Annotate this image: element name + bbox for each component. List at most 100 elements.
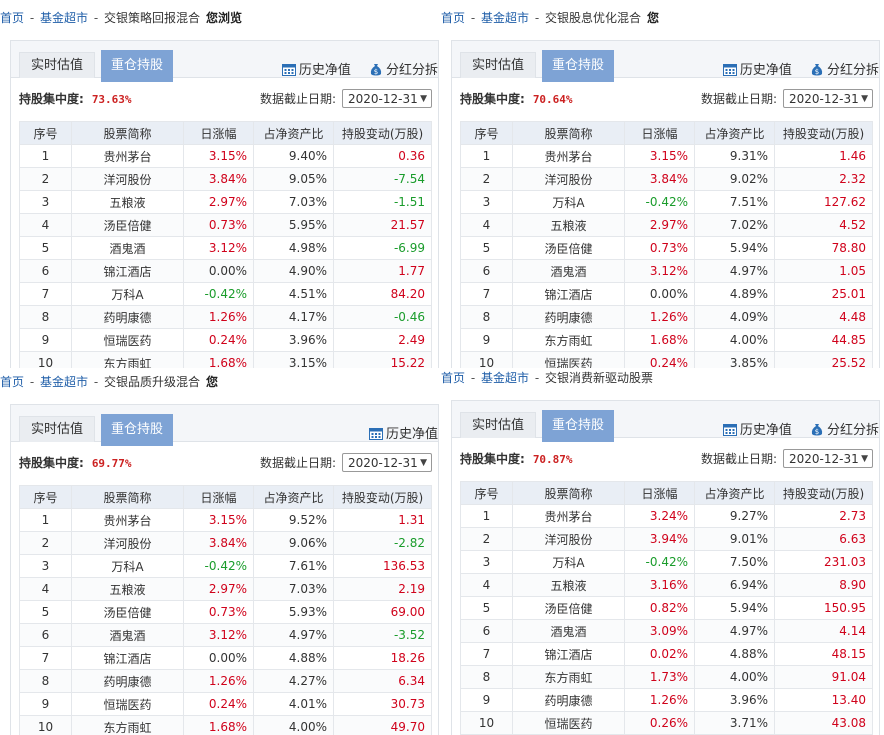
date-select[interactable]: 2020-12-31 ▼: [342, 89, 432, 108]
tab-top-holdings[interactable]: 重仓持股: [542, 410, 614, 442]
daily-change: 0.73%: [624, 236, 695, 260]
breadcrumb-home-link[interactable]: 首页: [441, 11, 465, 25]
svg-text:$: $: [815, 68, 819, 76]
holdings-table: 序号 股票简称 日涨幅 占净资产比 持股变动(万股) 1 贵州茅台 3.15% 9.52% 1.…: [19, 485, 432, 735]
breadcrumb-separator: -: [531, 11, 543, 25]
net-asset-ratio: 7.03%: [253, 577, 334, 601]
daily-change: 3.09%: [624, 619, 695, 643]
tab-top-holdings[interactable]: 重仓持股: [101, 50, 173, 82]
tab-links: 历史净值 $ 分红分拆: [709, 59, 879, 78]
table-row: 4 五粮液 3.16% 6.94% 8.90: [460, 573, 873, 597]
table-row: 6 酒鬼酒 3.12% 4.97% -3.52: [19, 623, 432, 647]
net-asset-ratio: 4.89%: [694, 282, 775, 306]
tab-bar: 实时估值 重仓持股 历史净值 $ 分红分拆: [452, 401, 879, 442]
holdings-box: 实时估值 重仓持股 历史净值 $ 分红分拆 持股集中度: 70.64% 数据截止日期…: [451, 40, 880, 368]
holding-change: 18.26: [333, 646, 432, 670]
dividend-label: 分红分拆: [385, 63, 438, 78]
fund-name: 交银股息优化混合: [544, 11, 641, 25]
stock-name: 药明康德: [71, 305, 184, 329]
calendar-icon: [368, 428, 383, 440]
stock-name: 万科A: [512, 190, 625, 214]
history-nav-link[interactable]: 历史净值: [722, 423, 792, 438]
net-asset-ratio: 7.51%: [694, 190, 775, 214]
dividend-link[interactable]: $ 分红分拆: [810, 63, 879, 78]
breadcrumb-market-link[interactable]: 基金超市: [481, 11, 529, 25]
stock-name: 恒瑞医药: [71, 692, 184, 716]
history-nav-link[interactable]: 历史净值: [368, 427, 438, 442]
breadcrumb-home-link[interactable]: 首页: [0, 375, 24, 389]
table-row: 10 恒瑞医药 0.24% 3.85% 25.52: [460, 351, 873, 368]
stock-name: 东方雨虹: [512, 665, 625, 689]
holdings-box: 实时估值 重仓持股 历史净值 $ 分红分拆 持股集中度: 73.63% 数据截止日期…: [10, 40, 439, 368]
table-row: 2 洋河股份 3.84% 9.06% -2.82: [19, 531, 432, 555]
stock-name: 药明康德: [71, 669, 184, 693]
tab-realtime-estimate[interactable]: 实时估值: [460, 52, 536, 78]
row-index: 5: [460, 596, 513, 620]
daily-change: 3.24%: [624, 504, 695, 528]
holdings-table: 序号 股票简称 日涨幅 占净资产比 持股变动(万股) 1 贵州茅台 3.15% 9.31% 1.…: [460, 121, 873, 368]
net-asset-ratio: 3.96%: [253, 328, 334, 352]
daily-change: 0.73%: [183, 213, 254, 237]
daily-change: 1.68%: [183, 351, 254, 368]
table-row: 3 五粮液 2.97% 7.03% -1.51: [19, 190, 432, 214]
row-index: 7: [460, 282, 513, 306]
daily-change: 0.73%: [183, 600, 254, 624]
dividend-link[interactable]: $ 分红分拆: [810, 423, 879, 438]
table-row: 4 汤臣倍健 0.73% 5.95% 21.57: [19, 213, 432, 237]
tab-top-holdings[interactable]: 重仓持股: [542, 50, 614, 82]
breadcrumb-home-link[interactable]: 首页: [0, 11, 24, 25]
table-row: 10 恒瑞医药 0.26% 3.71% 43.08: [460, 711, 873, 735]
date-select[interactable]: 2020-12-31 ▼: [342, 453, 432, 472]
concentration-label: 持股集中度: 73.63%: [19, 92, 132, 106]
column-header: 序号: [460, 121, 513, 145]
net-asset-ratio: 5.94%: [694, 596, 775, 620]
breadcrumb-market-link[interactable]: 基金超市: [40, 375, 88, 389]
stock-name: 锦江酒店: [71, 646, 184, 670]
row-index: 6: [19, 259, 72, 283]
table-row: 1 贵州茅台 3.15% 9.40% 0.36: [19, 144, 432, 168]
stock-name: 锦江酒店: [512, 642, 625, 666]
holding-change: 127.62: [774, 190, 873, 214]
tab-realtime-estimate[interactable]: 实时估值: [19, 416, 95, 442]
table-row: 9 东方雨虹 1.68% 4.00% 44.85: [460, 328, 873, 352]
stock-name: 酒鬼酒: [512, 619, 625, 643]
table-row: 2 洋河股份 3.84% 9.02% 2.32: [460, 167, 873, 191]
holdings-box: 实时估值 重仓持股 历史净值 $分红分拆 持股集中度:69.77% 数据截止日期…: [10, 404, 439, 735]
tab-bar: 实时估值 重仓持股 历史净值 $ 分红分拆: [452, 41, 879, 82]
holding-change: 91.04: [774, 665, 873, 689]
net-asset-ratio: 4.97%: [694, 259, 775, 283]
row-index: 2: [460, 167, 513, 191]
tab-top-holdings[interactable]: 重仓持股: [101, 414, 173, 446]
concentration-value: 73.63%: [91, 93, 132, 106]
column-header: 持股变动(万股): [774, 481, 873, 505]
tab-realtime-estimate[interactable]: 实时估值: [460, 412, 536, 438]
dividend-link[interactable]: $ 分红分拆: [369, 63, 438, 78]
net-asset-ratio: 5.93%: [253, 600, 334, 624]
daily-change: 3.12%: [183, 236, 254, 260]
breadcrumb-market-link[interactable]: 基金超市: [40, 11, 88, 25]
table-header-row: 序号 股票简称 日涨幅 占净资产比 持股变动(万股): [460, 121, 873, 145]
daily-change: 0.02%: [624, 642, 695, 666]
tab-links: 历史净值 $ 分红分拆: [709, 419, 879, 438]
holding-change: 136.53: [333, 554, 432, 578]
date-select[interactable]: 2020-12-31 ▼: [783, 89, 873, 108]
table-row: 5 汤臣倍健 0.73% 5.94% 78.80: [460, 236, 873, 260]
stock-name: 恒瑞医药: [71, 328, 184, 352]
breadcrumb-home-link[interactable]: 首页: [441, 371, 465, 385]
stock-name: 万科A: [71, 282, 184, 306]
holding-change: 6.34: [333, 669, 432, 693]
row-index: 10: [19, 351, 72, 368]
table-row: 3 万科A -0.42% 7.51% 127.62: [460, 190, 873, 214]
row-index: 4: [19, 213, 72, 237]
tab-realtime-estimate[interactable]: 实时估值: [19, 52, 95, 78]
column-header: 日涨幅: [624, 481, 695, 505]
breadcrumb-market-link[interactable]: 基金超市: [481, 371, 529, 385]
concentration-row: 持股集中度: 70.64% 数据截止日期: 2020-12-31 ▼: [452, 85, 879, 113]
date-select[interactable]: 2020-12-31 ▼: [783, 449, 873, 468]
daily-change: 1.26%: [183, 669, 254, 693]
net-asset-ratio: 9.31%: [694, 144, 775, 168]
history-nav-link[interactable]: 历史净值: [722, 63, 792, 78]
history-nav-link[interactable]: 历史净值: [281, 63, 351, 78]
stock-name: 洋河股份: [512, 167, 625, 191]
stock-name: 贵州茅台: [512, 144, 625, 168]
